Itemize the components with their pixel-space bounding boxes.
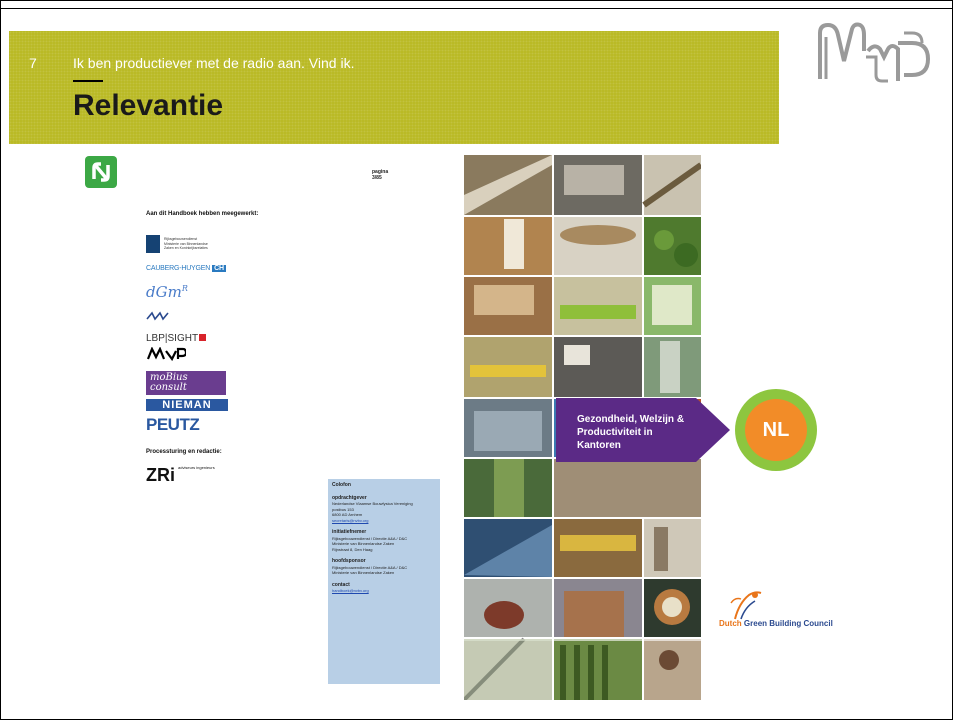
- process-heading: Processturing en redactie:: [146, 449, 222, 455]
- dgbc-text: Dutch Green Building Council: [719, 619, 833, 628]
- client-email-link[interactable]: secretaris@nvbv.org: [332, 518, 436, 524]
- rijksgebouwendienst-logo: Rijksgebouwendienst Ministerie van Binne…: [146, 233, 208, 257]
- nl-badge-inner: NL: [745, 399, 807, 461]
- dgbc-dutch: Dutch: [719, 619, 742, 628]
- cover-title-line1: Gezondheid, Welzijn &: [577, 414, 685, 425]
- handbook-page: pagina 3/85 Aan dit Handboek hebben meeg…: [81, 151, 451, 701]
- colofon-title: Colofon: [332, 482, 351, 488]
- rijksgebouwendienst-text: Rijksgebouwendienst Ministerie van Binne…: [164, 237, 208, 250]
- lbp-text: LBP|SIGHT: [146, 333, 199, 344]
- slide-title: Relevantie: [73, 89, 224, 122]
- dgmr-sup: R: [181, 284, 188, 293]
- nl-badge: NL: [735, 389, 817, 471]
- nl-badge-text: NL: [762, 419, 790, 441]
- slide-number: 7: [29, 55, 37, 71]
- photo-bottom-row: [464, 639, 552, 700]
- dgmr-swoosh-icon: [146, 311, 169, 321]
- lbp-sight-logo: LBP|SIGHT: [146, 333, 207, 344]
- mobius-consult-logo: moBius consult: [146, 371, 226, 395]
- top-rule: [1, 8, 953, 9]
- cover-title-line2: Productiviteit in Kantoren: [577, 427, 653, 451]
- slide: 7 Ik ben productiever met de radio aan. …: [0, 0, 953, 720]
- nvbv-mark-icon: [92, 162, 110, 182]
- cauberg-text: CAUBERG-HUYGEN: [146, 265, 211, 272]
- crest-icon: [146, 235, 160, 253]
- contributors-heading: Aan dit Handboek hebben meegewerkt:: [146, 211, 259, 217]
- nvbv-logo: [85, 156, 117, 188]
- zri-logo: ZRi adviseurs ingenieurs: [146, 465, 215, 486]
- title-band: [9, 31, 779, 144]
- dgmr-text: dGm: [146, 283, 182, 301]
- colofon-box: Colofon opdrachtgever Nederlandse Vlaams…: [328, 479, 440, 684]
- nieman-logo: NIEMAN: [146, 399, 228, 411]
- cauberg-mark: CH: [212, 265, 226, 272]
- cauberg-huygen-logo: CAUBERG-HUYGEN CH: [146, 265, 226, 272]
- dgmr-logo: dGmR: [146, 283, 188, 301]
- zri-text: ZRi: [146, 465, 175, 485]
- mvp-small-logo: [146, 347, 186, 361]
- initiator-line: Rijnstraat 8, Den Haag: [332, 546, 373, 552]
- zri-subtext: adviseurs ingenieurs: [178, 465, 215, 470]
- page-indicator: pagina 3/85: [372, 169, 388, 181]
- page-number: 3/85: [372, 175, 382, 181]
- title-dash: [73, 80, 103, 82]
- dutch-green-building-council-logo: Dutch Green Building Council: [719, 589, 849, 639]
- peutz-logo: PEUTZ: [146, 415, 200, 434]
- leaf-figure-icon: [730, 591, 762, 620]
- cover-title: Gezondheid, Welzijn & Productiviteit in …: [577, 413, 697, 452]
- sponsor-line: Ministerie van Binnenlandse Zaken: [332, 570, 395, 575]
- dgbc-rest: Green Building Council: [743, 619, 833, 628]
- lbp-mark-icon: [199, 334, 207, 341]
- mvp-logo: [818, 22, 931, 83]
- contact-email-link[interactable]: handboek@nvbv.org: [332, 588, 436, 594]
- slide-subtitle: Ik ben productiever met de radio aan. Vi…: [73, 55, 355, 71]
